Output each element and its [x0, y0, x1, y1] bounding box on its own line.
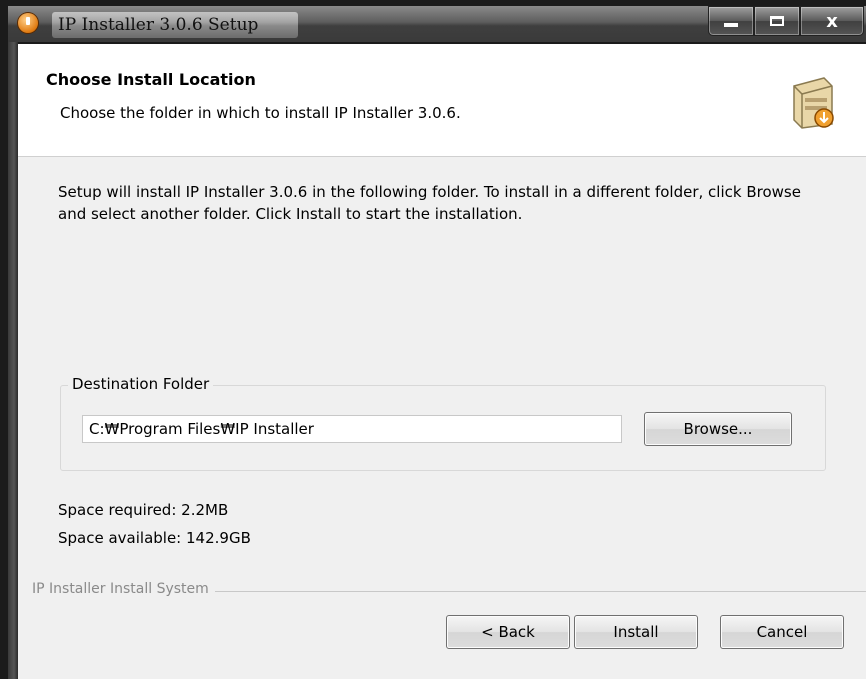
space-available-text: Space available: 142.9GB — [58, 529, 251, 547]
window-title: IP Installer 3.0.6 Setup — [52, 12, 298, 38]
footer-branding: IP Installer Install System — [32, 581, 215, 597]
caption-buttons: x — [708, 6, 864, 36]
install-box-icon — [793, 77, 834, 129]
browse-button[interactable]: Browse... — [644, 412, 792, 446]
close-icon: x — [826, 10, 838, 32]
maximize-icon — [770, 16, 784, 26]
cancel-button[interactable]: Cancel — [720, 615, 844, 649]
install-description: Setup will install IP Installer 3.0.6 in… — [58, 183, 801, 223]
install-button[interactable]: Install — [574, 615, 698, 649]
close-button[interactable]: x — [800, 6, 864, 36]
title-bar[interactable]: IP Installer 3.0.6 Setup x — [8, 6, 866, 42]
page-subtitle: Choose the folder in which to install IP… — [60, 104, 461, 122]
page-header: Choose Install Location Choose the folde… — [18, 44, 866, 157]
setup-window: IP Installer 3.0.6 Setup x Choose Instal… — [0, 0, 866, 679]
destination-folder-label: Destination Folder — [68, 375, 214, 393]
space-required-text: Space required: 2.2MB — [58, 501, 229, 519]
minimize-icon — [724, 23, 738, 27]
maximize-button[interactable] — [754, 6, 800, 36]
page-title: Choose Install Location — [46, 70, 256, 89]
installer-app-icon — [18, 13, 38, 33]
back-button[interactable]: < Back — [446, 615, 570, 649]
minimize-button[interactable] — [708, 6, 754, 36]
window-frame-left — [8, 42, 18, 679]
destination-path-input[interactable] — [82, 415, 622, 443]
content-area: Setup will install IP Installer 3.0.6 in… — [18, 157, 866, 679]
